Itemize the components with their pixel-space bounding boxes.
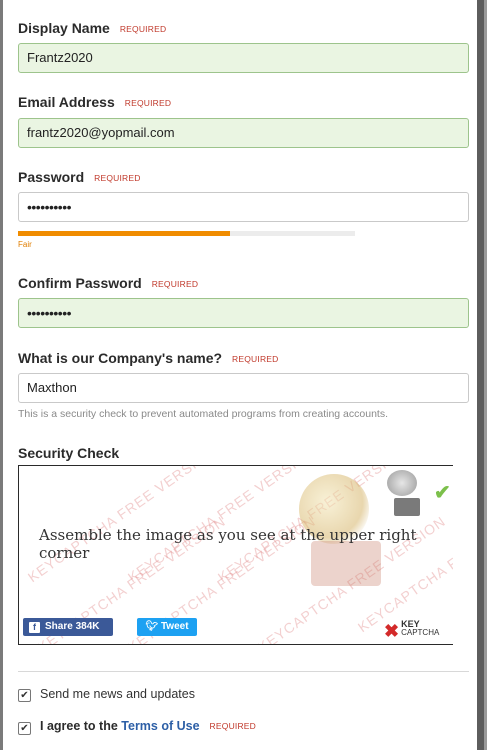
gramophone-reference-icon: [387, 470, 417, 496]
security-check-label: Security Check: [18, 445, 120, 461]
display-name-label-text: Display Name: [18, 20, 110, 36]
required-tag: REQUIRED: [119, 24, 167, 34]
check-icon: ✔: [434, 482, 451, 504]
captcha-instruction: Assemble the image as you see at the upp…: [39, 526, 417, 562]
twitter-icon: 🐦︎: [145, 621, 159, 632]
required-tag: REQUIRED: [232, 354, 279, 364]
password-label-text: Password: [18, 169, 85, 185]
window-frame-right: [477, 0, 487, 750]
required-tag: REQUIRED: [94, 173, 141, 183]
display-name-input[interactable]: Frantz2020: [18, 43, 469, 73]
confirm-password-label: Confirm Password REQUIRED: [18, 275, 198, 291]
terms-prefix: I agree to the: [40, 719, 122, 733]
news-checkbox-label: Send me news and updates: [40, 687, 195, 701]
news-checkbox[interactable]: ✔: [18, 689, 31, 702]
divider: [18, 671, 469, 672]
email-label: Email Address REQUIRED: [18, 94, 171, 110]
display-name-label: Display Name REQUIRED: [18, 20, 166, 36]
captcha-widget[interactable]: KEYCAPTCHA FREE VERSION KEYCAPTCHA FREE …: [18, 465, 453, 645]
logo-line-2: CAPTCHA: [401, 628, 440, 637]
facebook-share-button[interactable]: f Share 384K: [23, 618, 113, 636]
password-strength-label: Fair: [18, 240, 32, 249]
required-tag: REQUIRED: [209, 721, 257, 731]
security-help-text: This is a security check to prevent auto…: [18, 408, 388, 420]
company-answer-input[interactable]: Maxthon: [18, 373, 469, 403]
share-label: Share 384K: [45, 621, 100, 632]
terms-checkbox[interactable]: ✔: [18, 722, 31, 735]
password-input[interactable]: ••••••••••: [18, 192, 469, 222]
password-strength-fill: [18, 231, 231, 236]
email-input[interactable]: frantz2020@yopmail.com: [18, 118, 469, 148]
confirm-password-label-text: Confirm Password: [18, 275, 142, 291]
tweet-button[interactable]: 🐦︎ Tweet: [137, 618, 197, 636]
window-frame-left: [0, 0, 3, 750]
required-tag: REQUIRED: [124, 98, 172, 108]
tweet-label: Tweet: [160, 621, 189, 632]
gramophone-reference-base-icon: [394, 498, 420, 516]
terms-checkbox-label: I agree to the Terms of Use REQUIRED: [40, 719, 256, 733]
password-label: Password REQUIRED: [18, 169, 141, 185]
confirm-password-input[interactable]: ••••••••••: [18, 298, 469, 328]
required-tag: REQUIRED: [151, 279, 199, 289]
company-question-label: What is our Company's name? REQUIRED: [18, 350, 279, 366]
terms-of-use-link[interactable]: Terms of Use: [121, 719, 199, 733]
password-strength-bar: [18, 231, 355, 236]
company-question-label-text: What is our Company's name?: [18, 350, 223, 366]
keycaptcha-x-icon: ✖: [384, 621, 400, 641]
facebook-icon: f: [29, 622, 40, 633]
email-label-text: Email Address: [18, 94, 115, 110]
keycaptcha-logo: ✖ KEY CAPTCHA: [384, 620, 440, 641]
